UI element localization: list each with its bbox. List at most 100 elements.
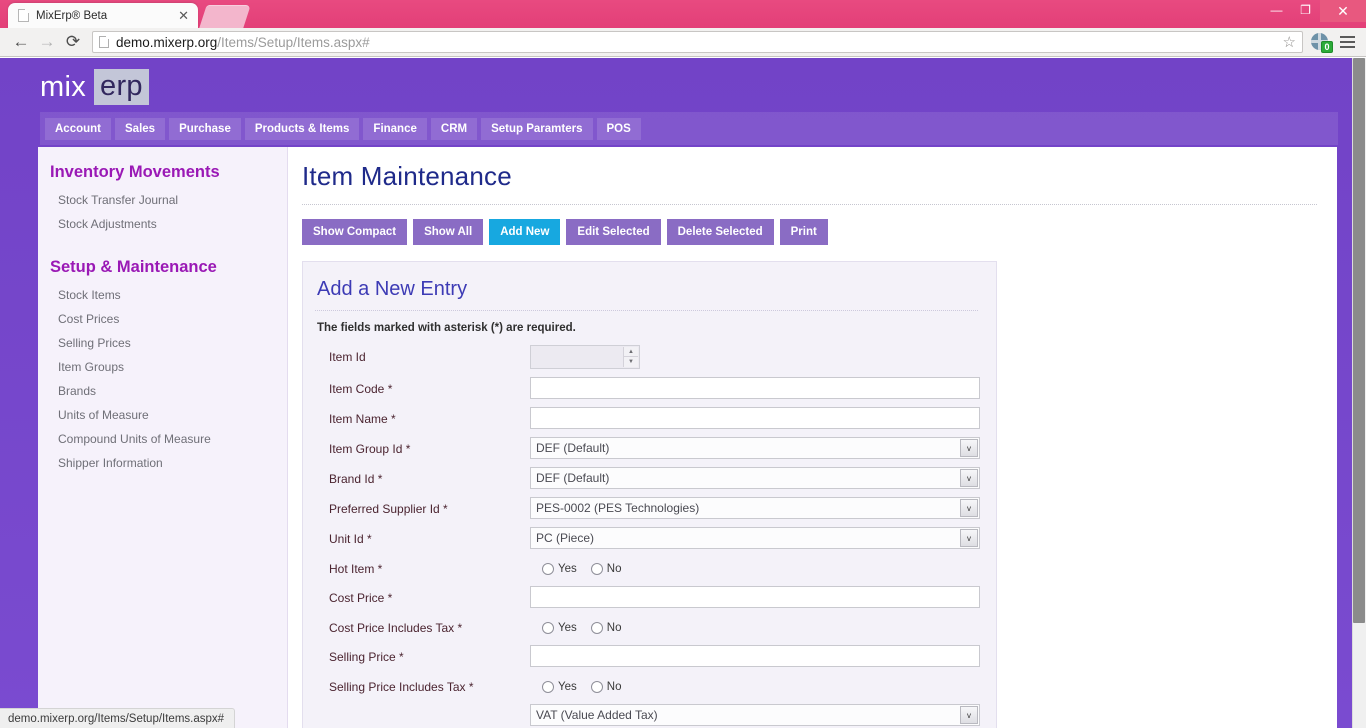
add-new-button[interactable]: Add New <box>489 219 561 245</box>
sidebar-item-units-of-measure[interactable]: Units of Measure <box>38 403 287 427</box>
item-id-stepper[interactable]: ▲ ▼ <box>530 345 640 369</box>
brand-id-select[interactable]: DEF (Default) v <box>530 467 980 489</box>
cost-price-tax-no-option[interactable]: No <box>590 622 621 634</box>
extension-icon[interactable]: 0 <box>1311 32 1333 53</box>
selling-price-tax-no-option[interactable]: No <box>590 681 622 693</box>
page-scrollbar[interactable] <box>1352 58 1366 728</box>
unit-id-select[interactable]: PC (Piece) v <box>530 527 980 549</box>
tax-value: VAT (Value Added Tax) <box>536 708 658 722</box>
cost-price-input[interactable] <box>530 586 980 608</box>
label-item-id: Item Id <box>329 350 366 364</box>
radio-icon[interactable] <box>590 622 603 634</box>
sidebar-item-brands[interactable]: Brands <box>38 379 287 403</box>
form-row-hot-item: Hot Item * Yes No <box>315 555 978 584</box>
nav-item-finance[interactable]: Finance <box>363 117 427 140</box>
form-row-selling-price-includes-tax: Selling Price Includes Tax * Yes No <box>315 673 978 702</box>
close-tab-icon[interactable]: ✕ <box>175 9 192 22</box>
url-text: demo.mixerp.org/Items/Setup/Items.aspx# <box>116 35 370 50</box>
nav-item-sales[interactable]: Sales <box>115 117 166 140</box>
page-scrollbar-thumb[interactable] <box>1353 58 1365 623</box>
radio-icon[interactable] <box>590 681 603 693</box>
stepper-down-icon[interactable]: ▼ <box>624 357 638 367</box>
browser-toolbar: ← → ⟳ demo.mixerp.org/Items/Setup/Items.… <box>0 28 1366 57</box>
back-icon[interactable]: ← <box>8 29 34 55</box>
label-item-group-id: Item Group Id * <box>329 442 411 456</box>
browser-tab[interactable]: MixErp® Beta ✕ <box>8 3 198 28</box>
sidebar-item-cost-prices[interactable]: Cost Prices <box>38 307 287 331</box>
chevron-down-icon[interactable]: v <box>960 529 978 547</box>
site-logo[interactable]: mix erp <box>40 69 149 105</box>
item-code-input[interactable] <box>530 377 980 399</box>
form-row-tax: VAT (Value Added Tax) v <box>315 702 980 728</box>
label-item-name: Item Name * <box>329 412 396 426</box>
sidebar-item-stock-items[interactable]: Stock Items <box>38 283 287 307</box>
nav-item-pos[interactable]: POS <box>596 117 641 140</box>
add-new-entry-panel: Add a New Entry The fields marked with a… <box>302 261 997 728</box>
radio-icon[interactable] <box>590 563 603 575</box>
preferred-supplier-id-select[interactable]: PES-0002 (PES Technologies) v <box>530 497 980 519</box>
stepper-up-icon[interactable]: ▲ <box>624 347 638 357</box>
selling-price-input[interactable] <box>530 645 980 667</box>
hot-item-yes-label: Yes <box>558 563 577 575</box>
item-group-id-select[interactable]: DEF (Default) v <box>530 437 980 459</box>
forward-icon[interactable]: → <box>34 29 60 55</box>
chevron-down-icon[interactable]: v <box>960 439 978 457</box>
address-bar[interactable]: demo.mixerp.org/Items/Setup/Items.aspx# … <box>92 31 1303 53</box>
chevron-down-icon[interactable]: v <box>960 469 978 487</box>
brand-id-value: DEF (Default) <box>536 471 610 485</box>
bookmark-star-icon[interactable]: ☆ <box>1283 34 1296 51</box>
radio-icon[interactable] <box>542 563 554 575</box>
selling-price-tax-no-label: No <box>606 681 622 693</box>
nav-item-purchase[interactable]: Purchase <box>169 117 241 140</box>
item-name-input[interactable] <box>530 407 980 429</box>
browser-menu-icon[interactable] <box>1336 31 1358 53</box>
sidebar: Inventory Movements Stock Transfer Journ… <box>38 147 288 728</box>
radio-icon[interactable] <box>542 622 554 634</box>
item-id-stepper-buttons[interactable]: ▲ ▼ <box>623 347 638 367</box>
hot-item-yes-option[interactable]: Yes <box>542 563 577 575</box>
form-row-cost-price-includes-tax: Cost Price Includes Tax * Yes No <box>315 614 978 643</box>
form-row-item-group-id: Item Group Id * DEF (Default) v <box>315 435 980 465</box>
sidebar-item-selling-prices[interactable]: Selling Prices <box>38 331 287 355</box>
unit-id-value: PC (Piece) <box>536 531 595 545</box>
nav-item-crm[interactable]: CRM <box>430 117 478 140</box>
new-tab-button[interactable] <box>199 5 251 28</box>
sidebar-item-stock-adjustments[interactable]: Stock Adjustments <box>38 212 287 236</box>
label-cost-price-includes-tax: Cost Price Includes Tax * <box>329 621 463 635</box>
close-window-button[interactable]: ✕ <box>1320 0 1366 22</box>
radio-icon[interactable] <box>542 681 554 693</box>
show-compact-button[interactable]: Show Compact <box>302 219 408 245</box>
nav-item-products-items[interactable]: Products & Items <box>244 117 360 140</box>
sidebar-item-stock-transfer-journal[interactable]: Stock Transfer Journal <box>38 188 287 212</box>
nav-item-account[interactable]: Account <box>45 117 111 140</box>
print-button[interactable]: Print <box>779 219 828 245</box>
form-row-brand-id: Brand Id * DEF (Default) v <box>315 465 980 495</box>
reload-icon[interactable]: ⟳ <box>60 29 86 55</box>
tax-select[interactable]: VAT (Value Added Tax) v <box>530 704 980 726</box>
action-toolbar: Show Compact Show All Add New Edit Selec… <box>302 219 1317 245</box>
cost-price-tax-yes-option[interactable]: Yes <box>542 622 577 634</box>
selling-price-tax-yes-option[interactable]: Yes <box>542 681 577 693</box>
maximize-button[interactable]: ❐ <box>1291 0 1320 20</box>
hot-item-no-option[interactable]: No <box>590 563 621 575</box>
tab-strip: MixErp® Beta ✕ — ❐ ✕ <box>0 0 1366 28</box>
chevron-down-icon[interactable]: v <box>960 499 978 517</box>
panel-title: Add a New Entry <box>315 278 978 311</box>
url-host: demo.mixerp.org <box>116 34 218 50</box>
sidebar-item-item-groups[interactable]: Item Groups <box>38 355 287 379</box>
sidebar-item-compound-units-of-measure[interactable]: Compound Units of Measure <box>38 427 287 451</box>
url-path: /Items/Setup/Items.aspx# <box>217 34 370 50</box>
chevron-down-icon[interactable]: v <box>960 706 978 724</box>
status-bar: demo.mixerp.org/Items/Setup/Items.aspx# <box>0 708 236 728</box>
minimize-button[interactable]: — <box>1262 0 1291 20</box>
show-all-button[interactable]: Show All <box>413 219 484 245</box>
edit-selected-button[interactable]: Edit Selected <box>566 219 661 245</box>
nav-item-setup-paramters[interactable]: Setup Paramters <box>481 117 593 140</box>
site-info-icon[interactable] <box>99 36 109 48</box>
delete-selected-button[interactable]: Delete Selected <box>666 219 774 245</box>
form-row-selling-price: Selling Price * <box>315 643 980 673</box>
selling-price-includes-tax-radio-group: Yes No <box>530 675 978 701</box>
cost-price-includes-tax-radio-group: Yes No <box>530 616 978 642</box>
sidebar-item-shipper-information[interactable]: Shipper Information <box>38 451 287 475</box>
browser-window: MixErp® Beta ✕ — ❐ ✕ ← → ⟳ demo.mixerp.o… <box>0 0 1366 728</box>
